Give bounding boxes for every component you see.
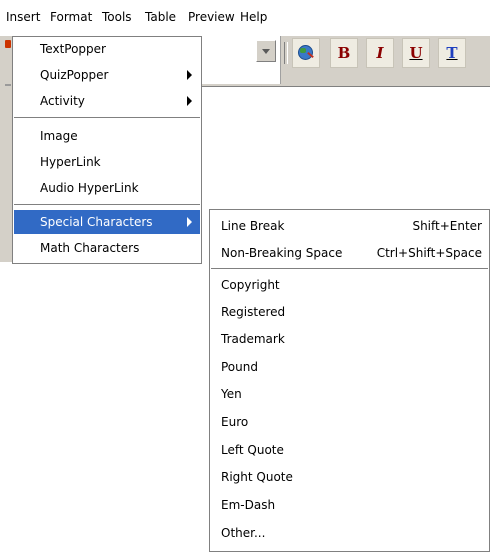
- menu-item-label: Trademark: [221, 332, 285, 346]
- menu-table[interactable]: Table: [145, 9, 176, 25]
- menu-item-label: Non-Breaking Space: [221, 246, 343, 260]
- menu-item-audio-hyperlink[interactable]: Audio HyperLink: [14, 176, 200, 200]
- menu-item-label: Yen: [221, 387, 242, 401]
- menu-item-label: Em-Dash: [221, 498, 276, 512]
- menu-item-label: HyperLink: [40, 155, 101, 169]
- menu-item-label: Image: [40, 129, 78, 143]
- menu-item-hyperlink[interactable]: HyperLink: [14, 150, 200, 174]
- menu-item-trademark[interactable]: Trademark: [211, 327, 488, 351]
- underline-button[interactable]: U: [402, 38, 430, 68]
- special-characters-submenu: Line Break Shift+Enter Non-Breaking Spac…: [209, 209, 490, 552]
- menu-item-label: Pound: [221, 360, 258, 374]
- menu-item-label: Line Break: [221, 219, 285, 233]
- menu-item-label: Math Characters: [40, 241, 140, 255]
- menu-item-label: Left Quote: [221, 443, 284, 457]
- menu-separator: [14, 204, 200, 205]
- menu-item-non-breaking-space[interactable]: Non-Breaking Space Ctrl+Shift+Space: [211, 241, 488, 265]
- menu-item-special-characters[interactable]: Special Characters: [14, 210, 200, 234]
- submenu-arrow-icon: [187, 96, 192, 106]
- menu-format[interactable]: Format: [50, 9, 92, 25]
- menu-shortcut: Ctrl+Shift+Space: [376, 246, 482, 260]
- menu-item-label: TextPopper: [40, 42, 106, 56]
- text-color-button[interactable]: T: [438, 38, 466, 68]
- menu-item-left-quote[interactable]: Left Quote: [211, 438, 488, 462]
- menu-item-label: Right Quote: [221, 470, 293, 484]
- submenu-arrow-icon: [187, 217, 192, 227]
- menu-item-line-break[interactable]: Line Break Shift+Enter: [211, 214, 488, 238]
- menu-item-label: Other...: [221, 526, 266, 540]
- menu-tools[interactable]: Tools: [102, 9, 132, 25]
- menu-item-pound[interactable]: Pound: [211, 355, 488, 379]
- insert-menu: TextPopper QuizPopper Activity Image Hyp…: [12, 36, 202, 264]
- menu-item-yen[interactable]: Yen: [211, 382, 488, 406]
- italic-icon: I: [376, 44, 384, 62]
- menu-item-math-characters[interactable]: Math Characters: [14, 236, 200, 260]
- menu-preview[interactable]: Preview: [188, 9, 235, 25]
- menu-item-label: Copyright: [221, 278, 280, 292]
- menu-item-registered[interactable]: Registered: [211, 300, 488, 324]
- underline-icon: U: [409, 44, 423, 62]
- menu-item-euro[interactable]: Euro: [211, 410, 488, 434]
- bold-icon: B: [337, 44, 351, 62]
- menu-help[interactable]: Help: [240, 9, 267, 25]
- bold-button[interactable]: B: [330, 38, 358, 68]
- background-toolbar-divider: [5, 84, 11, 86]
- page-background: [0, 262, 210, 552]
- menu-bar: Insert Format Tools Table Preview Help: [0, 0, 490, 36]
- menu-separator: [14, 117, 200, 118]
- menu-item-em-dash[interactable]: Em-Dash: [211, 493, 488, 517]
- menu-item-copyright[interactable]: Copyright: [211, 273, 488, 297]
- background-window-edge: [0, 36, 12, 262]
- text-color-icon: T: [446, 44, 458, 62]
- toolbar-separator: [284, 42, 288, 64]
- italic-button[interactable]: I: [366, 38, 394, 68]
- menu-item-label: QuizPopper: [40, 68, 109, 82]
- menu-item-textpopper[interactable]: TextPopper: [14, 37, 200, 61]
- submenu-arrow-icon: [187, 70, 192, 80]
- menu-item-activity[interactable]: Activity: [14, 89, 200, 113]
- find-globe-button[interactable]: [292, 38, 320, 68]
- menu-item-label: Registered: [221, 305, 286, 319]
- menu-separator: [211, 268, 488, 269]
- menu-item-other[interactable]: Other...: [211, 521, 488, 545]
- menu-item-label: Activity: [40, 94, 85, 108]
- menu-shortcut: Shift+Enter: [412, 219, 482, 233]
- menu-item-label: Special Characters: [40, 215, 153, 229]
- menu-item-label: Euro: [221, 415, 249, 429]
- background-toolbar-icon: [5, 40, 11, 48]
- menu-item-image[interactable]: Image: [14, 124, 200, 148]
- menu-item-right-quote[interactable]: Right Quote: [211, 465, 488, 489]
- menu-insert[interactable]: Insert: [6, 9, 40, 25]
- menu-item-label: Audio HyperLink: [40, 181, 139, 195]
- menu-item-quizpopper[interactable]: QuizPopper: [14, 63, 200, 87]
- globe-magnifier-icon: [298, 45, 314, 61]
- combo-dropdown-button[interactable]: [256, 40, 276, 62]
